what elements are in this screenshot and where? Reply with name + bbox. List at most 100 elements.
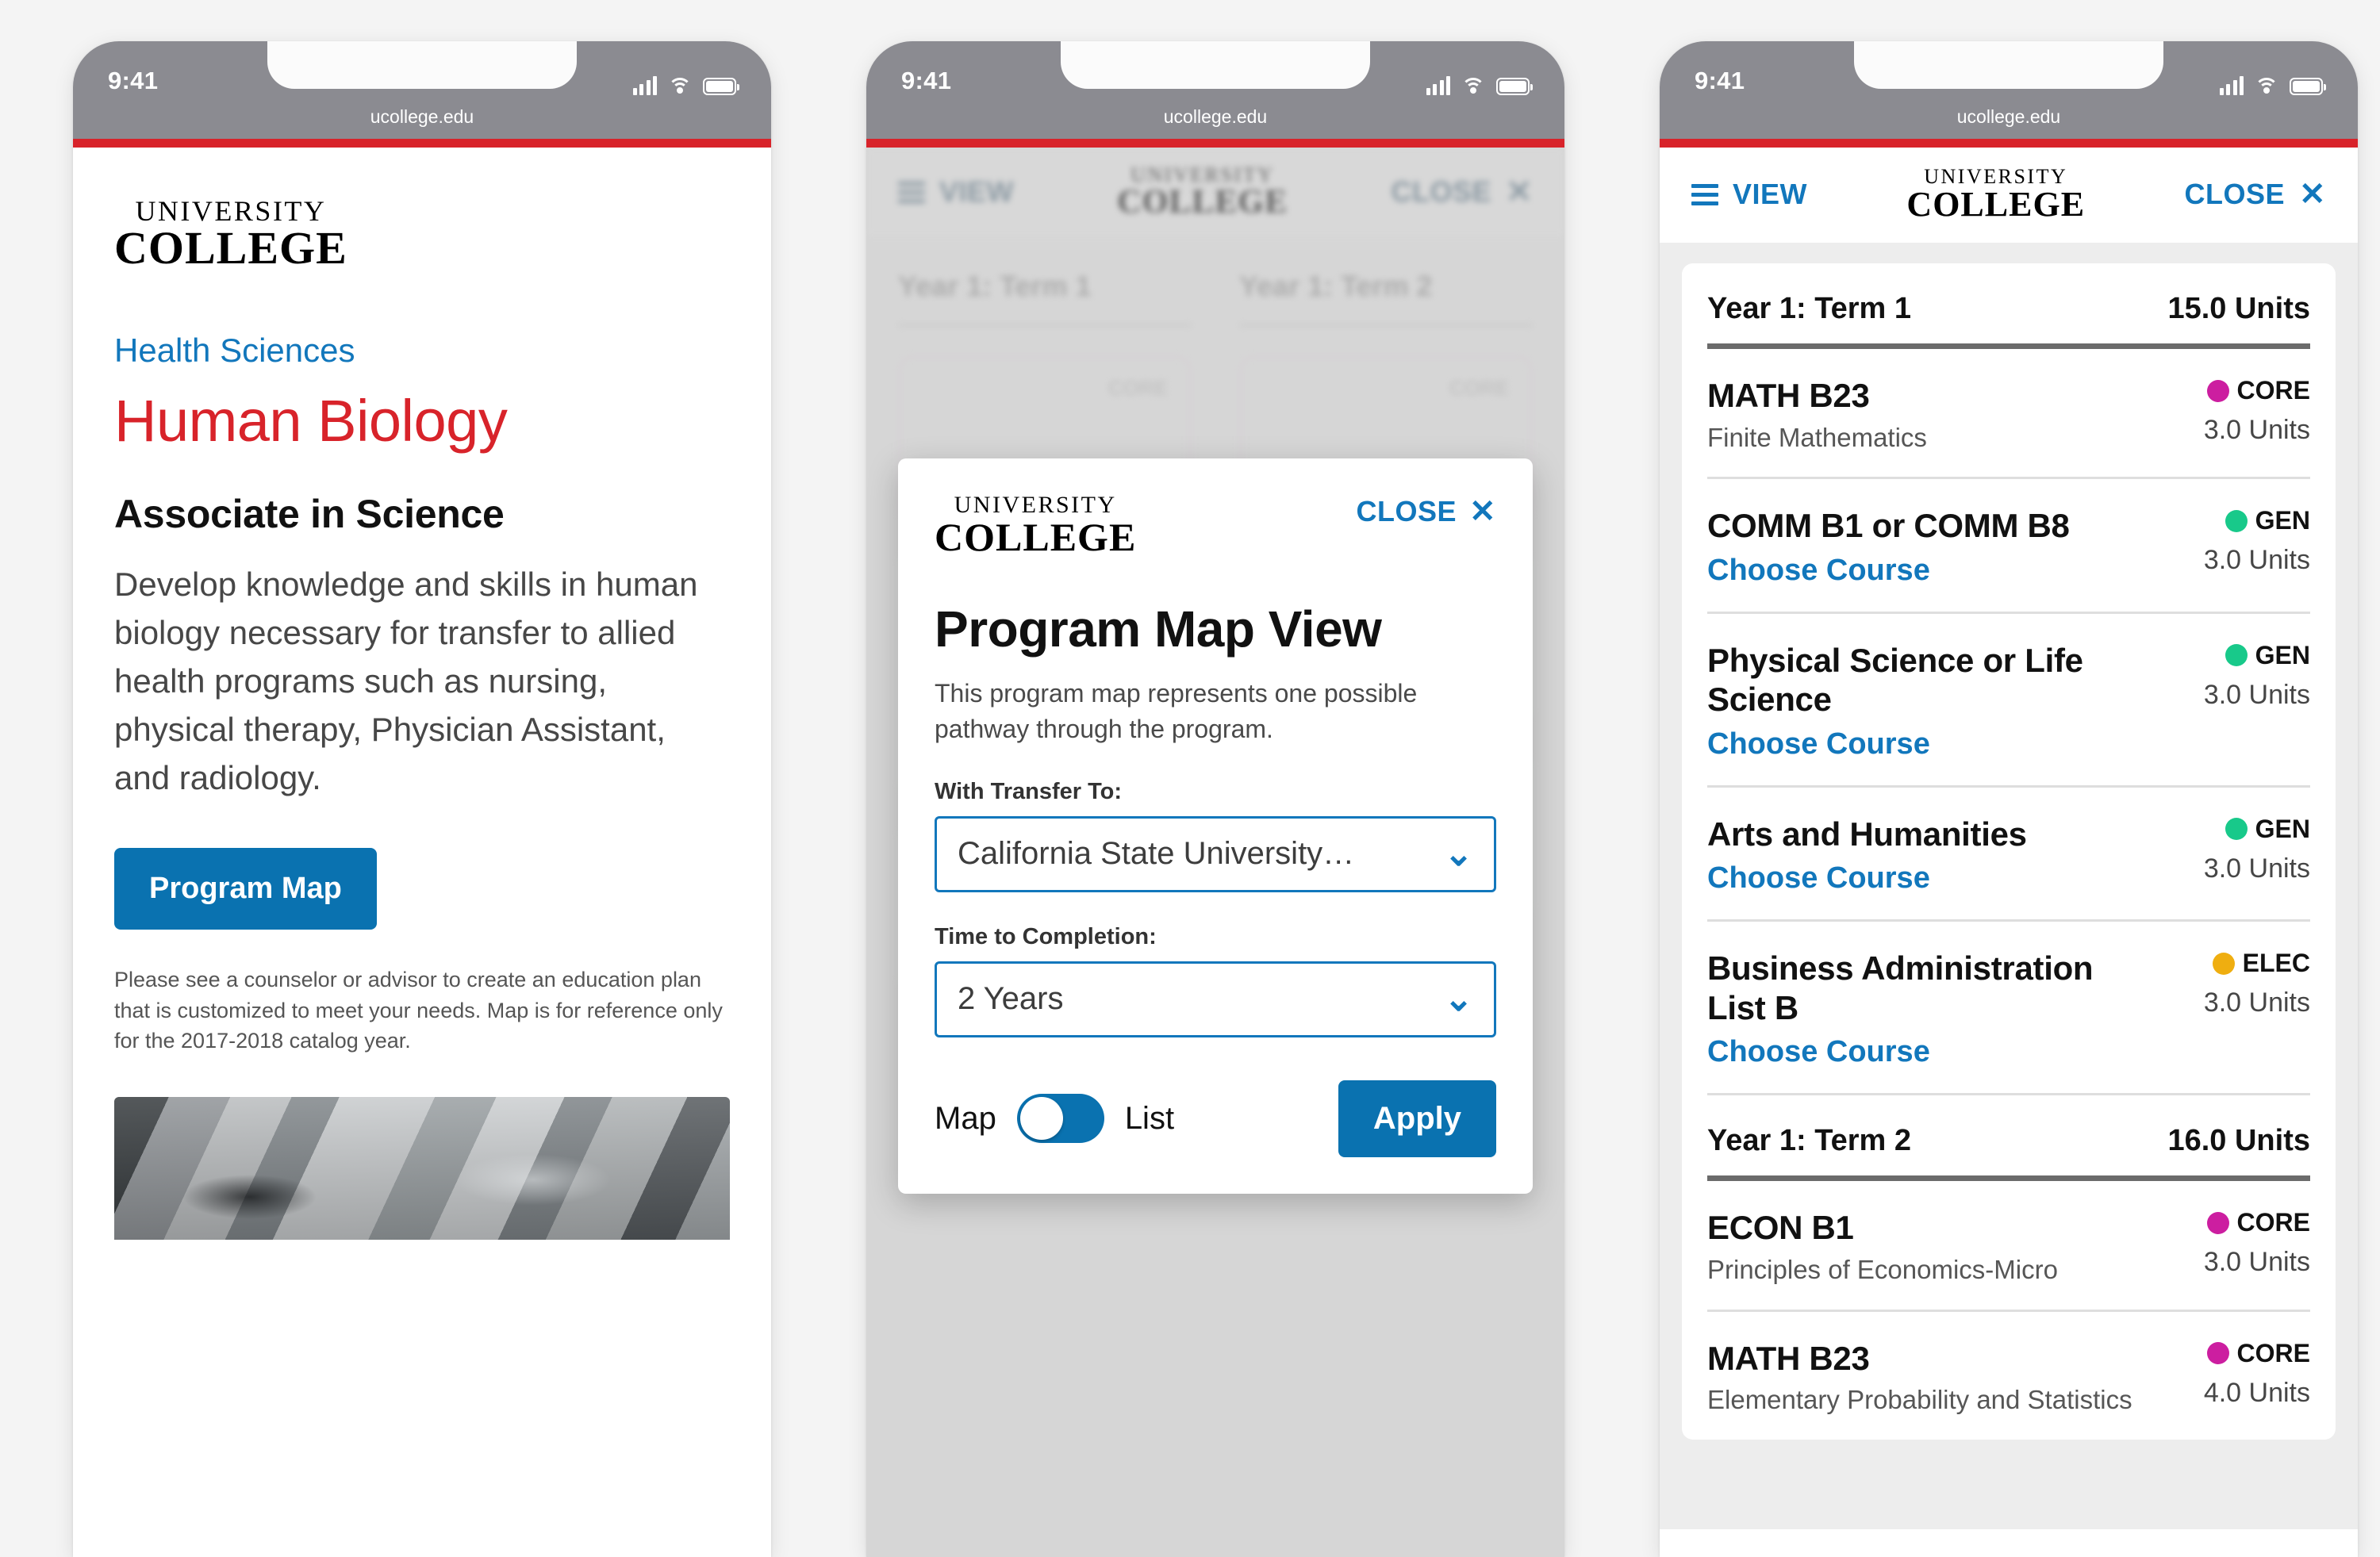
logo-line-university: UNIVERSITY <box>1130 163 1275 186</box>
browser-url-bar[interactable]: ucollege.edu <box>866 103 1564 139</box>
phone-2-content: VIEW UNIVERSITY COLLEGE CLOSE ✕ Year 1: … <box>866 148 1564 1557</box>
transfer-to-label: With Transfer To: <box>935 778 1123 804</box>
term-title: Year 1: Term 1 <box>1707 292 1912 325</box>
choose-course-link[interactable]: Choose Course <box>1707 861 2132 895</box>
course-info: Arts and Humanities Choose Course <box>1707 815 2132 896</box>
status-badge: CORE <box>2152 1339 2310 1368</box>
cellular-signal-icon <box>1426 76 1450 95</box>
course-code: MATH B23 <box>1707 1339 1870 1377</box>
map-term-title: Year 1: Term 2 <box>1239 270 1433 302</box>
course-meta: CORE 3.0 Units <box>2152 376 2310 453</box>
badge-label: CORE <box>2236 1208 2310 1237</box>
map-list-toggle[interactable] <box>1016 1094 1104 1144</box>
table-row[interactable]: Business Administration List B Choose Co… <box>1707 922 2310 1096</box>
course-info: Physical Science or Life Science Choose … <box>1707 641 2132 761</box>
notch <box>1854 41 2163 89</box>
table-row[interactable]: MATH B23 Elementary Probability and Stat… <box>1707 1312 2310 1440</box>
status-badge: GEN <box>2152 815 2310 844</box>
close-map-button[interactable]: CLOSE ✕ <box>1391 174 1533 210</box>
status-badge: CORE <box>2152 1208 2310 1237</box>
hamburger-icon <box>1691 179 1718 210</box>
logo-line-college: COLLEGE <box>1117 184 1288 221</box>
time-to-completion-value: 2 Years <box>958 981 1064 1017</box>
table-row[interactable]: MATH B23 Finite Mathematics CORE 3.0 Uni… <box>1707 349 2310 480</box>
badge-label: GEN <box>2255 640 2310 669</box>
advisor-note: Please see a counselor or advisor to cre… <box>114 968 723 1053</box>
course-meta: CORE 4.0 Units <box>2152 1339 2310 1416</box>
course-code: Arts and Humanities <box>1707 815 2027 853</box>
table-row[interactable]: ECON B1 Principles of Economics-Micro CO… <box>1707 1181 2310 1312</box>
close-label: CLOSE <box>2184 178 2285 210</box>
battery-icon <box>703 78 739 95</box>
transfer-to-select[interactable]: California State University… ⌄ <box>935 815 1496 892</box>
choose-course-link[interactable]: Choose Course <box>1707 554 2132 588</box>
brand-red-rule <box>73 139 771 148</box>
transfer-to-value: California State University… <box>958 836 1355 872</box>
logo-line-college: COLLEGE <box>114 222 347 274</box>
course-info: ECON B1 Principles of Economics-Micro <box>1707 1208 2132 1285</box>
chevron-down-icon: ⌄ <box>1444 834 1473 873</box>
dialog-footer: Map List Apply <box>935 1080 1496 1157</box>
dialog-close-button[interactable]: CLOSE ✕ <box>1356 493 1496 530</box>
badge-dot-icon <box>2225 644 2248 667</box>
table-row[interactable]: Arts and Humanities Choose Course GEN 3.… <box>1707 788 2310 922</box>
choose-course-link[interactable]: Choose Course <box>1707 1035 2132 1069</box>
course-meta: CORE 3.0 Units <box>2152 1208 2310 1285</box>
map-course-tag: CORE <box>1449 376 1509 400</box>
program-photo <box>114 1097 730 1241</box>
cellular-signal-icon <box>2219 76 2244 95</box>
apply-button[interactable]: Apply <box>1338 1080 1496 1157</box>
toggle-label-map: Map <box>935 1100 996 1136</box>
view-menu-button[interactable]: VIEW <box>1691 178 1807 211</box>
status-badge: ELEC <box>2152 949 2310 978</box>
table-row[interactable]: Physical Science or Life Science Choose … <box>1707 614 2310 788</box>
term-total-units: 16.0 Units <box>2167 1124 2310 1158</box>
course-description: Elementary Probability and Statistics <box>1707 1385 2132 1415</box>
course-units: 3.0 Units <box>2203 853 2310 884</box>
browser-url-bar[interactable]: ucollege.edu <box>1660 103 2358 139</box>
brand-red-rule <box>866 139 1564 148</box>
wifi-icon <box>1461 76 1485 95</box>
battery-icon <box>1496 78 1533 95</box>
screenshot-stage: 9:41 ucollege.edu UNIVERSITY COLLEGE Hea… <box>0 0 2380 1557</box>
status-badge: CORE <box>2152 376 2310 405</box>
badge-dot-icon <box>2206 1211 2229 1234</box>
status-bar-icons <box>1426 76 1533 95</box>
course-meta: GEN 3.0 Units <box>2152 815 2310 896</box>
badge-dot-icon <box>2212 952 2235 975</box>
program-category[interactable]: Health Sciences <box>114 332 730 370</box>
course-description: Finite Mathematics <box>1707 422 1927 452</box>
university-college-logo: UNIVERSITY COLLEGE <box>114 197 347 271</box>
toggle-knob <box>1019 1097 1063 1141</box>
choose-course-link[interactable]: Choose Course <box>1707 727 2132 761</box>
toggle-label-list: List <box>1124 1100 1175 1136</box>
dialog-title: Program Map View <box>935 600 1382 658</box>
badge-dot-icon <box>2225 509 2248 532</box>
browser-url-bar[interactable]: ucollege.edu <box>73 103 771 139</box>
view-menu-button[interactable]: VIEW <box>898 175 1014 209</box>
notch <box>1061 41 1370 89</box>
term-header: Year 1: Term 2 16.0 Units <box>1707 1095 2310 1175</box>
phone-1-content: UNIVERSITY COLLEGE Health Sciences Human… <box>73 148 771 1241</box>
course-list-scroll-area[interactable]: Year 1: Term 1 15.0 Units MATH B23 Finit… <box>1660 243 2358 1529</box>
time-to-completion-select[interactable]: 2 Years ⌄ <box>935 961 1496 1037</box>
term-divider <box>1707 1175 2310 1182</box>
term-title: Year 1: Term 2 <box>1707 1124 1912 1158</box>
program-map-view-dialog: UNIVERSITY COLLEGE CLOSE ✕ Program Map V… <box>898 458 1533 1194</box>
badge-label: GEN <box>2255 814 2310 843</box>
course-meta: GEN 3.0 Units <box>2152 641 2310 761</box>
close-icon: ✕ <box>1505 174 1533 209</box>
program-map-button[interactable]: Program Map <box>114 848 377 930</box>
wifi-icon <box>2255 76 2278 95</box>
course-units: 3.0 Units <box>2203 988 2310 1018</box>
close-list-button[interactable]: CLOSE ✕ <box>2184 176 2326 213</box>
close-label: CLOSE <box>1391 175 1491 208</box>
status-bar-time: 9:41 <box>901 67 952 94</box>
program-description: Develop knowledge and skills in human bi… <box>114 566 698 796</box>
cellular-signal-icon <box>632 76 657 95</box>
hamburger-icon <box>898 177 925 208</box>
table-row[interactable]: COMM B1 or COMM B8 Choose Course GEN 3.0… <box>1707 479 2310 614</box>
university-college-logo: UNIVERSITY COLLEGE <box>935 493 1136 558</box>
map-term-rule <box>898 324 1192 327</box>
view-label: VIEW <box>1733 178 1808 210</box>
